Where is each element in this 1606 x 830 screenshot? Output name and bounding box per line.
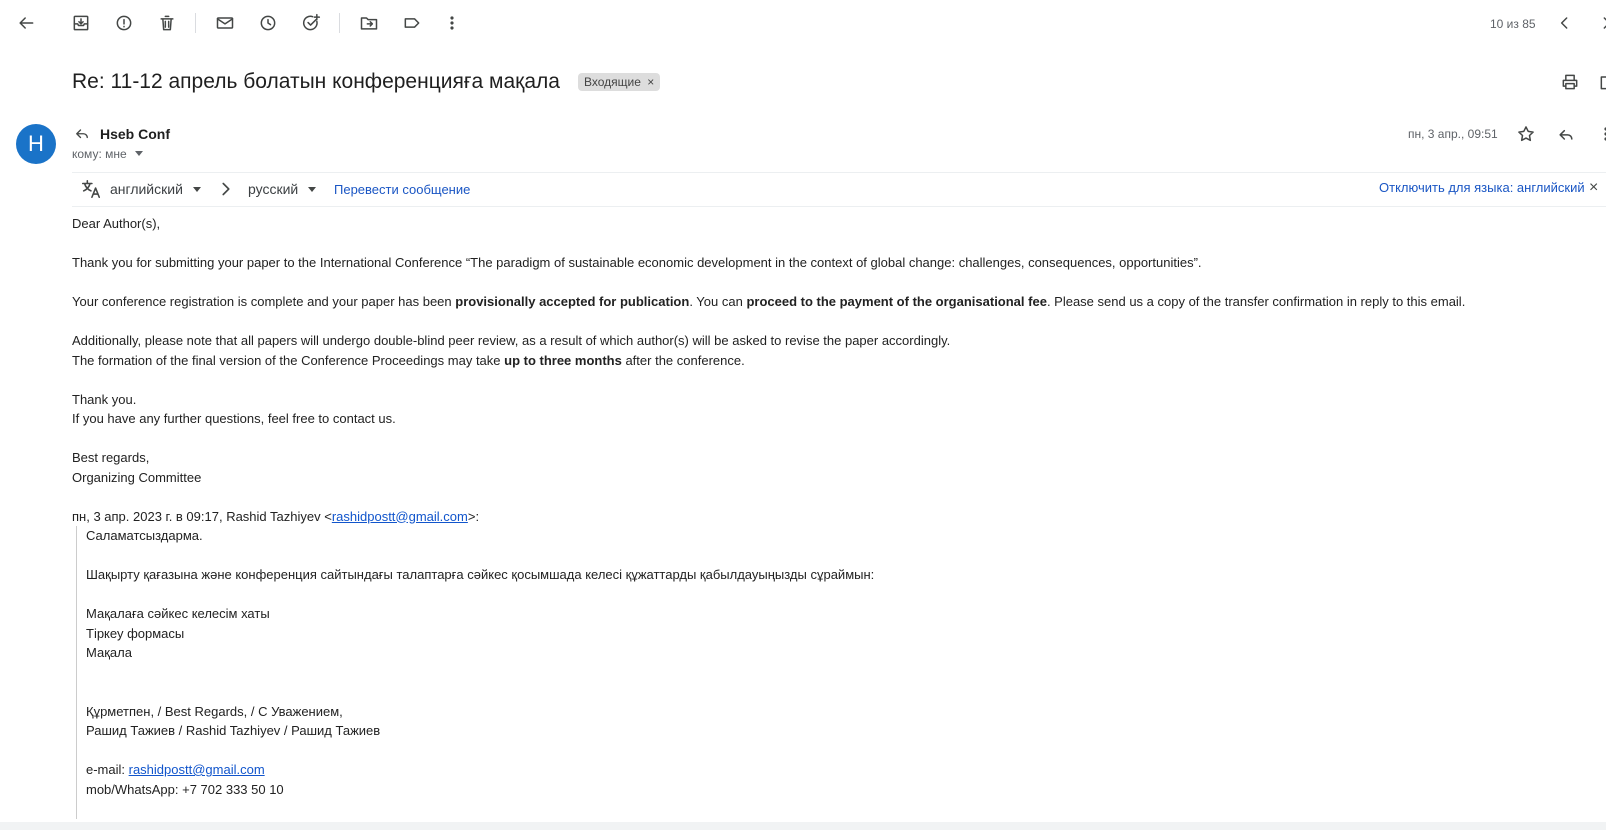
quote-line: Саламатсыздарма.	[86, 528, 203, 543]
body-paragraph: Additionally, please note that all paper…	[72, 333, 951, 348]
quote-email-link[interactable]: rashidpostt@gmail.com	[332, 509, 468, 524]
quote-line: Шақырту қағазына және конференция сайтын…	[86, 567, 875, 582]
mark-unread-icon[interactable]	[209, 7, 241, 39]
signature-email-link[interactable]: rashidpostt@gmail.com	[129, 762, 265, 777]
archive-icon[interactable]	[65, 7, 97, 39]
target-language-text: русский	[248, 181, 299, 197]
avatar[interactable]: H	[16, 124, 56, 164]
source-language-text: английский	[110, 181, 183, 197]
label-tag-icon[interactable]	[396, 7, 428, 39]
body-paragraph: Your conference registration is complete…	[72, 294, 1466, 309]
newer-chevron-left-icon[interactable]	[1549, 7, 1581, 39]
translate-icon	[80, 178, 102, 200]
quote-line: Тіркеу формасы	[86, 625, 185, 641]
delete-icon[interactable]	[151, 7, 183, 39]
close-icon[interactable]: ×	[1589, 179, 1598, 197]
quoted-message: Саламатсыздарма. Шақырту қағазына және к…	[76, 526, 1582, 819]
translate-message-link[interactable]: Перевести сообщение	[334, 182, 470, 197]
source-language-select[interactable]: английский	[110, 181, 201, 197]
quote-line: Рашид Тажиев / Rashid Tazhiyev / Рашид Т…	[86, 723, 381, 738]
more-vertical-icon[interactable]	[436, 7, 468, 39]
caret-down-icon	[192, 187, 201, 192]
body-paragraph: Thank you for submitting your paper to t…	[72, 255, 1202, 270]
reply-icon[interactable]	[1550, 118, 1582, 150]
target-language-select[interactable]: русский	[248, 181, 317, 197]
reply-arrow-icon	[66, 117, 98, 149]
toolbar-divider	[339, 13, 340, 33]
sender-name[interactable]: Hseb Conf	[100, 126, 170, 142]
body-signature: Organizing Committee	[72, 469, 202, 485]
disable-translation-link[interactable]: Отключить для языка: английский	[1379, 180, 1585, 195]
quote-line: Құрметпен, / Best Regards, / С Уважением…	[86, 703, 343, 719]
message-counter: 10 из 85	[1490, 17, 1536, 31]
back-arrow-icon[interactable]	[10, 7, 42, 39]
label-chip-inbox: Входящие ×	[578, 73, 661, 91]
older-chevron-right-icon[interactable]	[1590, 7, 1606, 39]
print-icon[interactable]	[1554, 66, 1586, 98]
report-spam-icon[interactable]	[108, 7, 140, 39]
recipient-text: кому: мне	[72, 147, 127, 161]
star-icon[interactable]	[1510, 118, 1542, 150]
caret-down-icon	[308, 187, 317, 192]
quote-header: пн, 3 апр. 2023 г. в 09:17, Rashid Tazhi…	[72, 508, 480, 524]
body-greeting: Dear Author(s),	[72, 216, 161, 231]
body-questions: If you have any further questions, feel …	[72, 411, 396, 426]
mail-view: 10 из 85 Re: 11-12 апрель болатын конфер…	[0, 0, 1606, 822]
quote-line: Мақалаға сәйкес келесім хаты	[86, 606, 270, 621]
subject-title: Re: 11-12 апрель болатын конференцияға м…	[72, 70, 560, 93]
recipient-line[interactable]: кому: мне	[72, 147, 144, 161]
body-regards: Best regards,	[72, 450, 150, 465]
body-paragraph: The formation of the final version of th…	[72, 352, 745, 368]
label-chip-text: Входящие	[584, 75, 641, 89]
translate-bar: английский русский Перевести сообщение О…	[72, 172, 1606, 207]
caret-down-icon[interactable]	[135, 151, 144, 156]
label-remove-icon[interactable]: ×	[647, 75, 654, 89]
toolbar-divider	[195, 13, 196, 33]
message-more-icon[interactable]	[1590, 118, 1606, 150]
message-body: Dear Author(s), Thank you for submitting…	[72, 214, 1582, 819]
add-task-icon[interactable]	[295, 7, 327, 39]
quote-line: mob/WhatsApp: +7 702 333 50 10	[86, 781, 284, 797]
quote-line: e-mail: rashidpostt@gmail.com	[86, 762, 265, 777]
message-date: пн, 3 апр., 09:51	[1408, 127, 1498, 141]
move-to-folder-icon[interactable]	[353, 7, 385, 39]
snooze-clock-icon[interactable]	[252, 7, 284, 39]
chevron-right-icon	[215, 178, 237, 200]
body-thanks: Thank you.	[72, 391, 137, 407]
quote-line: Мақала	[86, 645, 132, 660]
open-new-window-icon[interactable]	[1592, 66, 1606, 98]
